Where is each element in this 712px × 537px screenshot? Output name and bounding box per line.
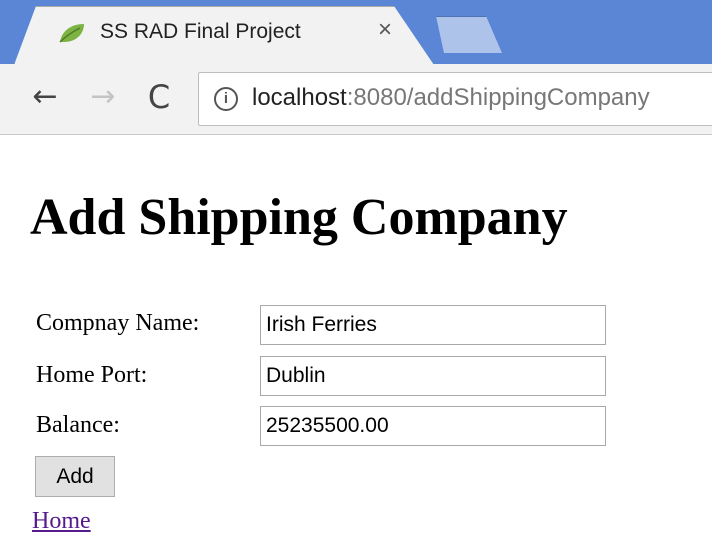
page-title: Add Shipping Company	[30, 189, 568, 246]
leaf-icon	[59, 24, 84, 43]
add-button[interactable]: Add	[35, 456, 115, 497]
back-arrow-icon[interactable]: ←	[28, 80, 62, 114]
close-icon[interactable]: ×	[378, 18, 392, 42]
tab-title: SS RAD Final Project	[100, 20, 301, 43]
balance-label: Balance:	[36, 412, 120, 438]
company-name-label: Compnay Name:	[36, 310, 200, 336]
home-port-label: Home Port:	[36, 362, 148, 388]
info-icon[interactable]: i	[214, 87, 238, 111]
home-link[interactable]: Home	[32, 508, 91, 535]
company-name-input[interactable]	[260, 305, 606, 345]
forward-arrow-icon[interactable]: →	[86, 80, 120, 114]
reload-icon[interactable]: C	[142, 80, 176, 114]
url-path: :8080/addShippingCompany	[346, 84, 650, 111]
url-host: localhost	[252, 84, 347, 111]
address-url[interactable]: localhost:8080/addShippingCompany	[252, 84, 650, 112]
balance-input[interactable]	[260, 406, 606, 446]
home-port-input[interactable]	[260, 356, 606, 396]
